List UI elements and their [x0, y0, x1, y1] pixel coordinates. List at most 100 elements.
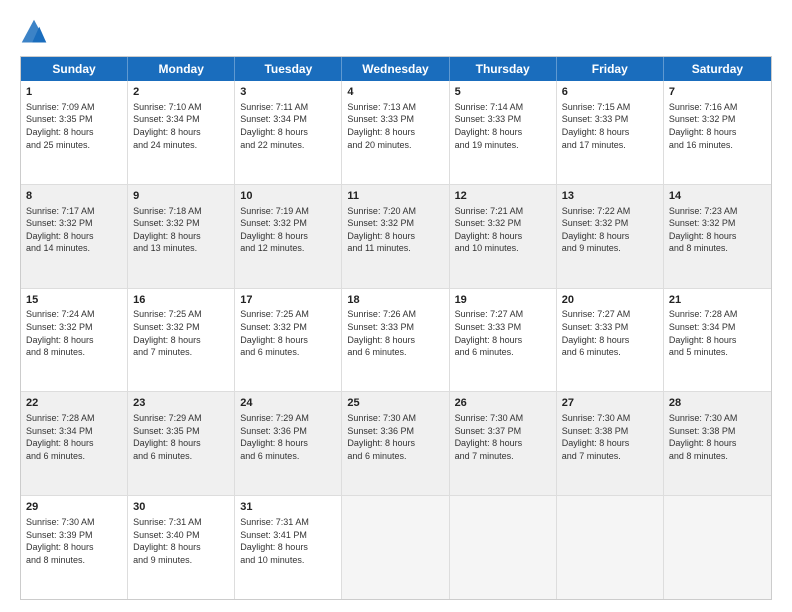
day-number: 23 [133, 396, 229, 411]
page: SundayMondayTuesdayWednesdayThursdayFrid… [0, 0, 792, 612]
calendar-cell [664, 496, 771, 599]
day-number: 7 [669, 85, 766, 100]
day-number: 16 [133, 293, 229, 308]
cell-info: Sunrise: 7:29 AMSunset: 3:35 PMDaylight:… [133, 412, 229, 462]
day-number: 20 [562, 293, 658, 308]
calendar-cell: 7Sunrise: 7:16 AMSunset: 3:32 PMDaylight… [664, 81, 771, 184]
day-number: 6 [562, 85, 658, 100]
cell-info: Sunrise: 7:26 AMSunset: 3:33 PMDaylight:… [347, 308, 443, 358]
cell-info: Sunrise: 7:09 AMSunset: 3:35 PMDaylight:… [26, 101, 122, 151]
calendar-cell: 10Sunrise: 7:19 AMSunset: 3:32 PMDayligh… [235, 185, 342, 288]
day-number: 25 [347, 396, 443, 411]
cell-info: Sunrise: 7:31 AMSunset: 3:41 PMDaylight:… [240, 516, 336, 566]
logo [20, 18, 52, 46]
day-number: 4 [347, 85, 443, 100]
day-number: 2 [133, 85, 229, 100]
calendar-cell: 30Sunrise: 7:31 AMSunset: 3:40 PMDayligh… [128, 496, 235, 599]
header-day-monday: Monday [128, 57, 235, 81]
calendar-cell: 11Sunrise: 7:20 AMSunset: 3:32 PMDayligh… [342, 185, 449, 288]
day-number: 29 [26, 500, 122, 515]
day-number: 14 [669, 189, 766, 204]
calendar-cell: 20Sunrise: 7:27 AMSunset: 3:33 PMDayligh… [557, 289, 664, 392]
calendar-cell: 17Sunrise: 7:25 AMSunset: 3:32 PMDayligh… [235, 289, 342, 392]
calendar-cell: 26Sunrise: 7:30 AMSunset: 3:37 PMDayligh… [450, 392, 557, 495]
calendar-cell: 8Sunrise: 7:17 AMSunset: 3:32 PMDaylight… [21, 185, 128, 288]
header-day-tuesday: Tuesday [235, 57, 342, 81]
day-number: 13 [562, 189, 658, 204]
day-number: 18 [347, 293, 443, 308]
day-number: 28 [669, 396, 766, 411]
cell-info: Sunrise: 7:25 AMSunset: 3:32 PMDaylight:… [133, 308, 229, 358]
calendar-cell: 15Sunrise: 7:24 AMSunset: 3:32 PMDayligh… [21, 289, 128, 392]
day-number: 19 [455, 293, 551, 308]
day-number: 12 [455, 189, 551, 204]
day-number: 1 [26, 85, 122, 100]
cell-info: Sunrise: 7:22 AMSunset: 3:32 PMDaylight:… [562, 205, 658, 255]
day-number: 3 [240, 85, 336, 100]
header-day-saturday: Saturday [664, 57, 771, 81]
calendar-cell: 12Sunrise: 7:21 AMSunset: 3:32 PMDayligh… [450, 185, 557, 288]
cell-info: Sunrise: 7:15 AMSunset: 3:33 PMDaylight:… [562, 101, 658, 151]
calendar-cell: 31Sunrise: 7:31 AMSunset: 3:41 PMDayligh… [235, 496, 342, 599]
cell-info: Sunrise: 7:30 AMSunset: 3:36 PMDaylight:… [347, 412, 443, 462]
cell-info: Sunrise: 7:17 AMSunset: 3:32 PMDaylight:… [26, 205, 122, 255]
calendar-cell: 27Sunrise: 7:30 AMSunset: 3:38 PMDayligh… [557, 392, 664, 495]
day-number: 15 [26, 293, 122, 308]
day-number: 26 [455, 396, 551, 411]
calendar-cell: 28Sunrise: 7:30 AMSunset: 3:38 PMDayligh… [664, 392, 771, 495]
cell-info: Sunrise: 7:28 AMSunset: 3:34 PMDaylight:… [26, 412, 122, 462]
cell-info: Sunrise: 7:30 AMSunset: 3:39 PMDaylight:… [26, 516, 122, 566]
calendar-cell: 24Sunrise: 7:29 AMSunset: 3:36 PMDayligh… [235, 392, 342, 495]
calendar-cell: 4Sunrise: 7:13 AMSunset: 3:33 PMDaylight… [342, 81, 449, 184]
calendar-cell: 14Sunrise: 7:23 AMSunset: 3:32 PMDayligh… [664, 185, 771, 288]
logo-icon [20, 18, 48, 46]
day-number: 21 [669, 293, 766, 308]
calendar-cell: 16Sunrise: 7:25 AMSunset: 3:32 PMDayligh… [128, 289, 235, 392]
cell-info: Sunrise: 7:28 AMSunset: 3:34 PMDaylight:… [669, 308, 766, 358]
cell-info: Sunrise: 7:10 AMSunset: 3:34 PMDaylight:… [133, 101, 229, 151]
day-number: 8 [26, 189, 122, 204]
calendar-cell: 1Sunrise: 7:09 AMSunset: 3:35 PMDaylight… [21, 81, 128, 184]
calendar: SundayMondayTuesdayWednesdayThursdayFrid… [20, 56, 772, 600]
cell-info: Sunrise: 7:19 AMSunset: 3:32 PMDaylight:… [240, 205, 336, 255]
cell-info: Sunrise: 7:16 AMSunset: 3:32 PMDaylight:… [669, 101, 766, 151]
calendar-cell [342, 496, 449, 599]
header [20, 18, 772, 46]
header-day-friday: Friday [557, 57, 664, 81]
calendar-cell [450, 496, 557, 599]
calendar-cell: 29Sunrise: 7:30 AMSunset: 3:39 PMDayligh… [21, 496, 128, 599]
cell-info: Sunrise: 7:21 AMSunset: 3:32 PMDaylight:… [455, 205, 551, 255]
calendar-row-1: 8Sunrise: 7:17 AMSunset: 3:32 PMDaylight… [21, 185, 771, 289]
calendar-row-4: 29Sunrise: 7:30 AMSunset: 3:39 PMDayligh… [21, 496, 771, 599]
calendar-header: SundayMondayTuesdayWednesdayThursdayFrid… [21, 57, 771, 81]
cell-info: Sunrise: 7:25 AMSunset: 3:32 PMDaylight:… [240, 308, 336, 358]
calendar-cell: 13Sunrise: 7:22 AMSunset: 3:32 PMDayligh… [557, 185, 664, 288]
cell-info: Sunrise: 7:31 AMSunset: 3:40 PMDaylight:… [133, 516, 229, 566]
cell-info: Sunrise: 7:23 AMSunset: 3:32 PMDaylight:… [669, 205, 766, 255]
day-number: 31 [240, 500, 336, 515]
day-number: 17 [240, 293, 336, 308]
calendar-cell: 19Sunrise: 7:27 AMSunset: 3:33 PMDayligh… [450, 289, 557, 392]
calendar-cell: 18Sunrise: 7:26 AMSunset: 3:33 PMDayligh… [342, 289, 449, 392]
header-day-thursday: Thursday [450, 57, 557, 81]
cell-info: Sunrise: 7:27 AMSunset: 3:33 PMDaylight:… [562, 308, 658, 358]
calendar-row-2: 15Sunrise: 7:24 AMSunset: 3:32 PMDayligh… [21, 289, 771, 393]
calendar-cell: 23Sunrise: 7:29 AMSunset: 3:35 PMDayligh… [128, 392, 235, 495]
cell-info: Sunrise: 7:24 AMSunset: 3:32 PMDaylight:… [26, 308, 122, 358]
cell-info: Sunrise: 7:20 AMSunset: 3:32 PMDaylight:… [347, 205, 443, 255]
day-number: 30 [133, 500, 229, 515]
calendar-cell: 21Sunrise: 7:28 AMSunset: 3:34 PMDayligh… [664, 289, 771, 392]
cell-info: Sunrise: 7:29 AMSunset: 3:36 PMDaylight:… [240, 412, 336, 462]
cell-info: Sunrise: 7:14 AMSunset: 3:33 PMDaylight:… [455, 101, 551, 151]
day-number: 5 [455, 85, 551, 100]
cell-info: Sunrise: 7:13 AMSunset: 3:33 PMDaylight:… [347, 101, 443, 151]
calendar-cell: 5Sunrise: 7:14 AMSunset: 3:33 PMDaylight… [450, 81, 557, 184]
day-number: 27 [562, 396, 658, 411]
calendar-row-0: 1Sunrise: 7:09 AMSunset: 3:35 PMDaylight… [21, 81, 771, 185]
calendar-row-3: 22Sunrise: 7:28 AMSunset: 3:34 PMDayligh… [21, 392, 771, 496]
calendar-cell [557, 496, 664, 599]
day-number: 24 [240, 396, 336, 411]
cell-info: Sunrise: 7:30 AMSunset: 3:37 PMDaylight:… [455, 412, 551, 462]
header-day-sunday: Sunday [21, 57, 128, 81]
day-number: 9 [133, 189, 229, 204]
